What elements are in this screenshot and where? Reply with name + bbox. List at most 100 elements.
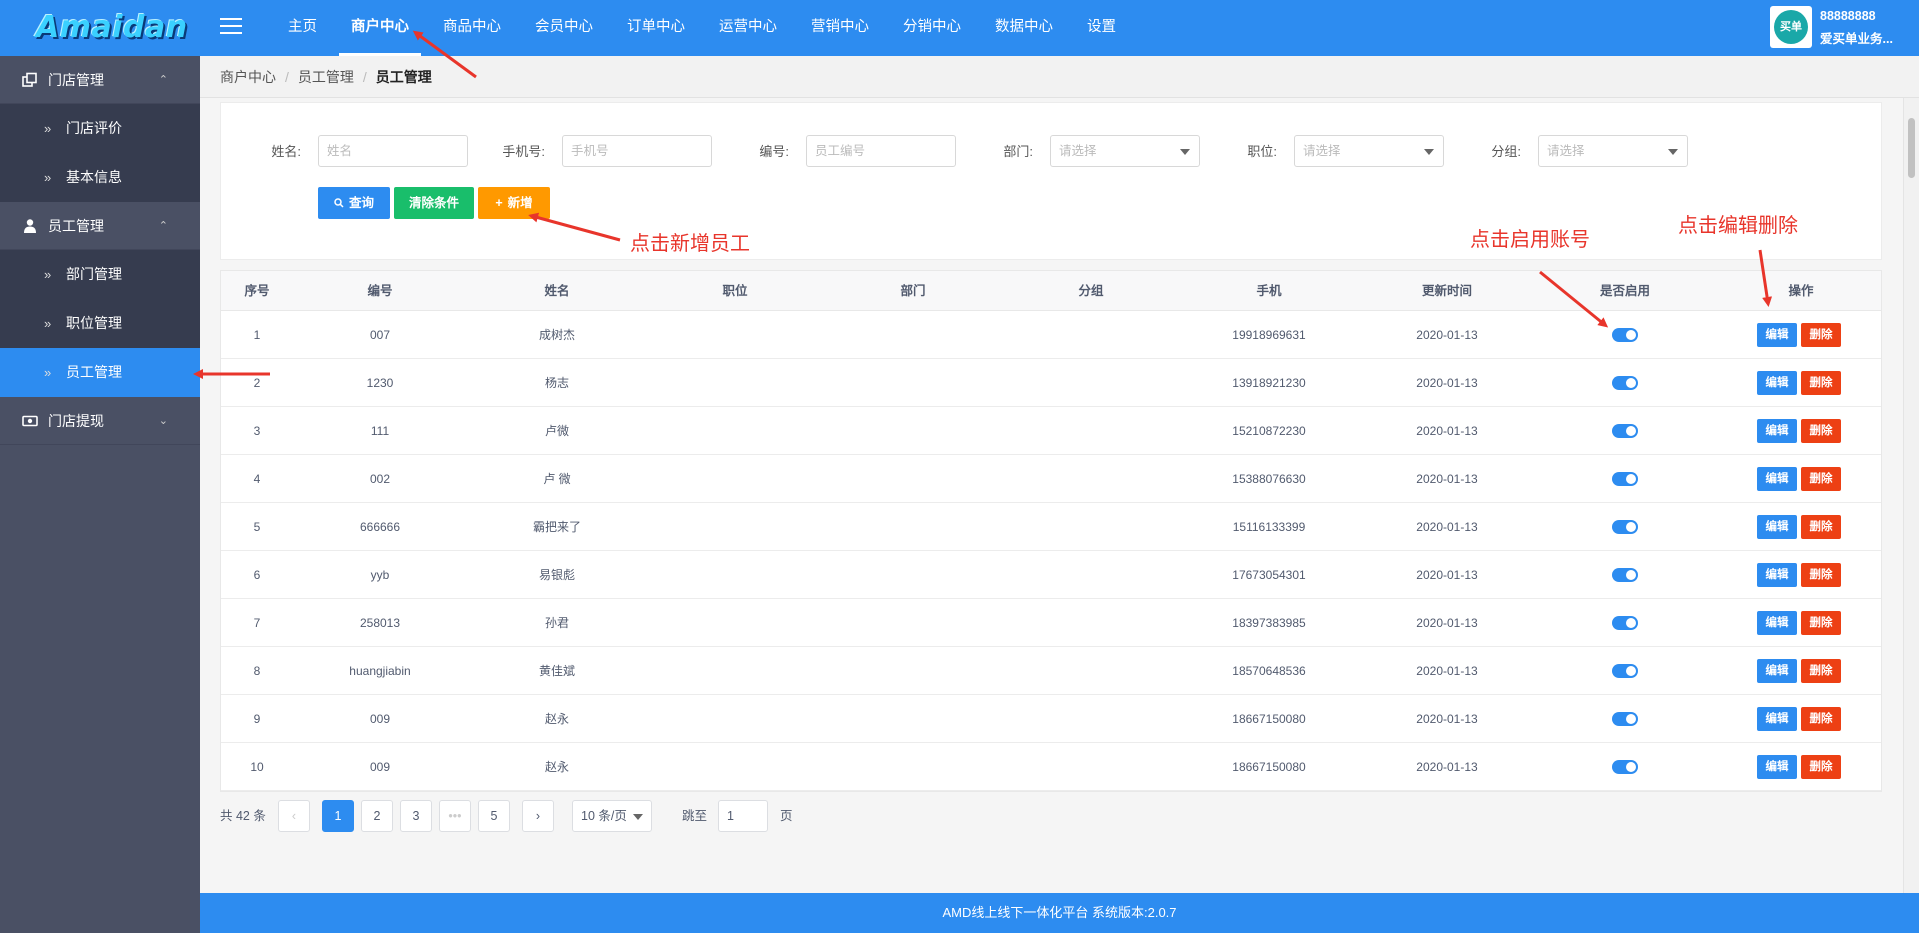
double-chevron-icon: » bbox=[44, 170, 52, 185]
sidebar-item-positions[interactable]: » 职位管理 bbox=[0, 299, 200, 348]
brand-logo[interactable]: Amaidan bbox=[36, 6, 196, 50]
nav-item[interactable]: 数据中心 bbox=[983, 0, 1065, 56]
group-label: 分组: bbox=[1491, 144, 1521, 159]
page-button[interactable]: 1 bbox=[322, 800, 354, 832]
table-row[interactable]: 10 009 赵永 18667150080 2020-01-13 编辑 删除 bbox=[221, 743, 1881, 791]
toggle-knob bbox=[1626, 666, 1636, 676]
delete-button[interactable]: 删除 bbox=[1801, 755, 1841, 779]
edit-button[interactable]: 编辑 bbox=[1757, 563, 1797, 587]
position-select[interactable]: 请选择 bbox=[1294, 135, 1444, 167]
add-employee-button[interactable]: + 新增 bbox=[478, 187, 550, 219]
vertical-scrollbar[interactable] bbox=[1903, 98, 1919, 893]
edit-button[interactable]: 编辑 bbox=[1757, 323, 1797, 347]
menu-toggle-icon[interactable] bbox=[220, 18, 242, 36]
nav-item[interactable]: 分销中心 bbox=[891, 0, 973, 56]
nav-item[interactable]: 商品中心 bbox=[431, 0, 513, 56]
cell-code: 666666 bbox=[359, 520, 401, 534]
jump-input[interactable]: 1 bbox=[718, 800, 768, 832]
sidebar-item-basic-info[interactable]: » 基本信息 bbox=[0, 153, 200, 202]
sidebar-item-store-review[interactable]: » 门店评价 bbox=[0, 104, 200, 153]
edit-button[interactable]: 编辑 bbox=[1757, 659, 1797, 683]
page-button[interactable]: 5 bbox=[478, 800, 510, 832]
top-nav: 主页 商户中心 商品中心 会员中心 订单中心 运营中心 营销中心 分销中心 数据中心 设置 bbox=[276, 0, 1138, 56]
enable-toggle[interactable] bbox=[1612, 520, 1638, 534]
name-input[interactable]: 姓名 bbox=[318, 135, 468, 167]
enable-toggle[interactable] bbox=[1612, 328, 1638, 342]
table-row[interactable]: 9 009 赵永 18667150080 2020-01-13 编辑 删除 bbox=[221, 695, 1881, 743]
enable-toggle[interactable] bbox=[1612, 472, 1638, 486]
cell-phone: 15210872230 bbox=[1232, 424, 1306, 438]
nav-item[interactable]: 商户中心 bbox=[339, 0, 421, 56]
next-page-button[interactable]: › bbox=[522, 800, 554, 832]
scrollbar-thumb[interactable] bbox=[1908, 118, 1915, 178]
page-button[interactable]: 3 bbox=[400, 800, 432, 832]
delete-button[interactable]: 删除 bbox=[1801, 659, 1841, 683]
cell-name: 赵永 bbox=[544, 760, 569, 774]
sidebar-group-store[interactable]: 门店管理 ⌃ bbox=[0, 56, 200, 104]
table-row[interactable]: 6 yyb 易银彪 17673054301 2020-01-13 编辑 删除 bbox=[221, 551, 1881, 599]
delete-button[interactable]: 删除 bbox=[1801, 563, 1841, 587]
delete-button[interactable]: 删除 bbox=[1801, 515, 1841, 539]
dept-select[interactable]: 请选择 bbox=[1050, 135, 1200, 167]
ellipsis-pages[interactable]: ••• bbox=[439, 800, 471, 832]
clear-filters-button[interactable]: 清除条件 bbox=[394, 187, 474, 219]
enable-toggle[interactable] bbox=[1612, 616, 1638, 630]
column-header: 手机 bbox=[1256, 284, 1282, 298]
table-row[interactable]: 1 007 成树杰 19918969631 2020-01-13 编辑 删除 bbox=[221, 311, 1881, 359]
prev-page-button[interactable]: ‹ bbox=[278, 800, 310, 832]
table-row[interactable]: 5 666666 霸把来了 15116133399 2020-01-13 编辑 删除 bbox=[221, 503, 1881, 551]
nav-item[interactable]: 订单中心 bbox=[615, 0, 697, 56]
cell-idx: 8 bbox=[253, 664, 261, 678]
breadcrumb-item[interactable]: 员工管理 bbox=[298, 69, 354, 85]
phone-input[interactable]: 手机号 bbox=[562, 135, 712, 167]
delete-button[interactable]: 删除 bbox=[1801, 707, 1841, 731]
table-row[interactable]: 3 111 卢微 15210872230 2020-01-13 编辑 删除 bbox=[221, 407, 1881, 455]
edit-button[interactable]: 编辑 bbox=[1757, 611, 1797, 635]
delete-button[interactable]: 删除 bbox=[1801, 371, 1841, 395]
nav-item[interactable]: 营销中心 bbox=[799, 0, 881, 56]
cell-name: 成树杰 bbox=[538, 328, 575, 342]
cell-name: 易银彪 bbox=[538, 568, 575, 582]
edit-button[interactable]: 编辑 bbox=[1757, 515, 1797, 539]
enable-toggle[interactable] bbox=[1612, 664, 1638, 678]
sidebar-group-staff[interactable]: 员工管理 ⌃ bbox=[0, 202, 200, 250]
sidebar-item-departments[interactable]: » 部门管理 bbox=[0, 250, 200, 299]
main-content: 姓名: 姓名 手机号: 手机号 编号: 员工编号 部门: 请选择 职位: 请选择… bbox=[200, 98, 1903, 893]
delete-button[interactable]: 删除 bbox=[1801, 323, 1841, 347]
breadcrumb-item[interactable]: 商户中心 bbox=[220, 69, 276, 85]
enable-toggle[interactable] bbox=[1612, 760, 1638, 774]
table-row[interactable]: 7 258013 孙君 18397383985 2020-01-13 编辑 删除 bbox=[221, 599, 1881, 647]
enable-toggle[interactable] bbox=[1612, 712, 1638, 726]
cell-idx: 9 bbox=[253, 712, 261, 726]
edit-button[interactable]: 编辑 bbox=[1757, 467, 1797, 491]
edit-button[interactable]: 编辑 bbox=[1757, 755, 1797, 779]
edit-button[interactable]: 编辑 bbox=[1757, 419, 1797, 443]
table-row[interactable]: 2 1230 杨志 13918921230 2020-01-13 编辑 删除 bbox=[221, 359, 1881, 407]
delete-button[interactable]: 删除 bbox=[1801, 467, 1841, 491]
chevron-up-icon: ⌃ bbox=[158, 74, 168, 86]
table-row[interactable]: 4 002 卢 微 15388076630 2020-01-13 编辑 删除 bbox=[221, 455, 1881, 503]
enable-toggle[interactable] bbox=[1612, 568, 1638, 582]
code-input[interactable]: 员工编号 bbox=[806, 135, 956, 167]
delete-button[interactable]: 删除 bbox=[1801, 419, 1841, 443]
group-select[interactable]: 请选择 bbox=[1538, 135, 1688, 167]
nav-item[interactable]: 会员中心 bbox=[523, 0, 605, 56]
page-button[interactable]: 2 bbox=[361, 800, 393, 832]
table-row[interactable]: 8 huangjiabin 黄佳斌 18570648536 2020-01-13 编辑 删除 bbox=[221, 647, 1881, 695]
cell-updated: 2020-01-13 bbox=[1416, 520, 1478, 534]
edit-button[interactable]: 编辑 bbox=[1757, 707, 1797, 731]
user-profile[interactable]: 买单 88888888 爱买单业务... bbox=[1770, 6, 1915, 50]
edit-button[interactable]: 编辑 bbox=[1757, 371, 1797, 395]
delete-button[interactable]: 删除 bbox=[1801, 611, 1841, 635]
enable-toggle[interactable] bbox=[1612, 424, 1638, 438]
page-size-select[interactable]: 10 条/页 bbox=[572, 800, 652, 832]
nav-item[interactable]: 设置 bbox=[1075, 0, 1128, 56]
toggle-knob bbox=[1626, 762, 1636, 772]
sidebar-item-employees[interactable]: » 员工管理 bbox=[0, 348, 200, 397]
sidebar-group-withdraw[interactable]: 门店提现 ⌄ bbox=[0, 397, 200, 445]
query-button[interactable]: 查询 bbox=[318, 187, 390, 219]
nav-item[interactable]: 主页 bbox=[276, 0, 329, 56]
nav-item[interactable]: 运营中心 bbox=[707, 0, 789, 56]
avatar[interactable]: 买单 bbox=[1770, 6, 1812, 48]
enable-toggle[interactable] bbox=[1612, 376, 1638, 390]
